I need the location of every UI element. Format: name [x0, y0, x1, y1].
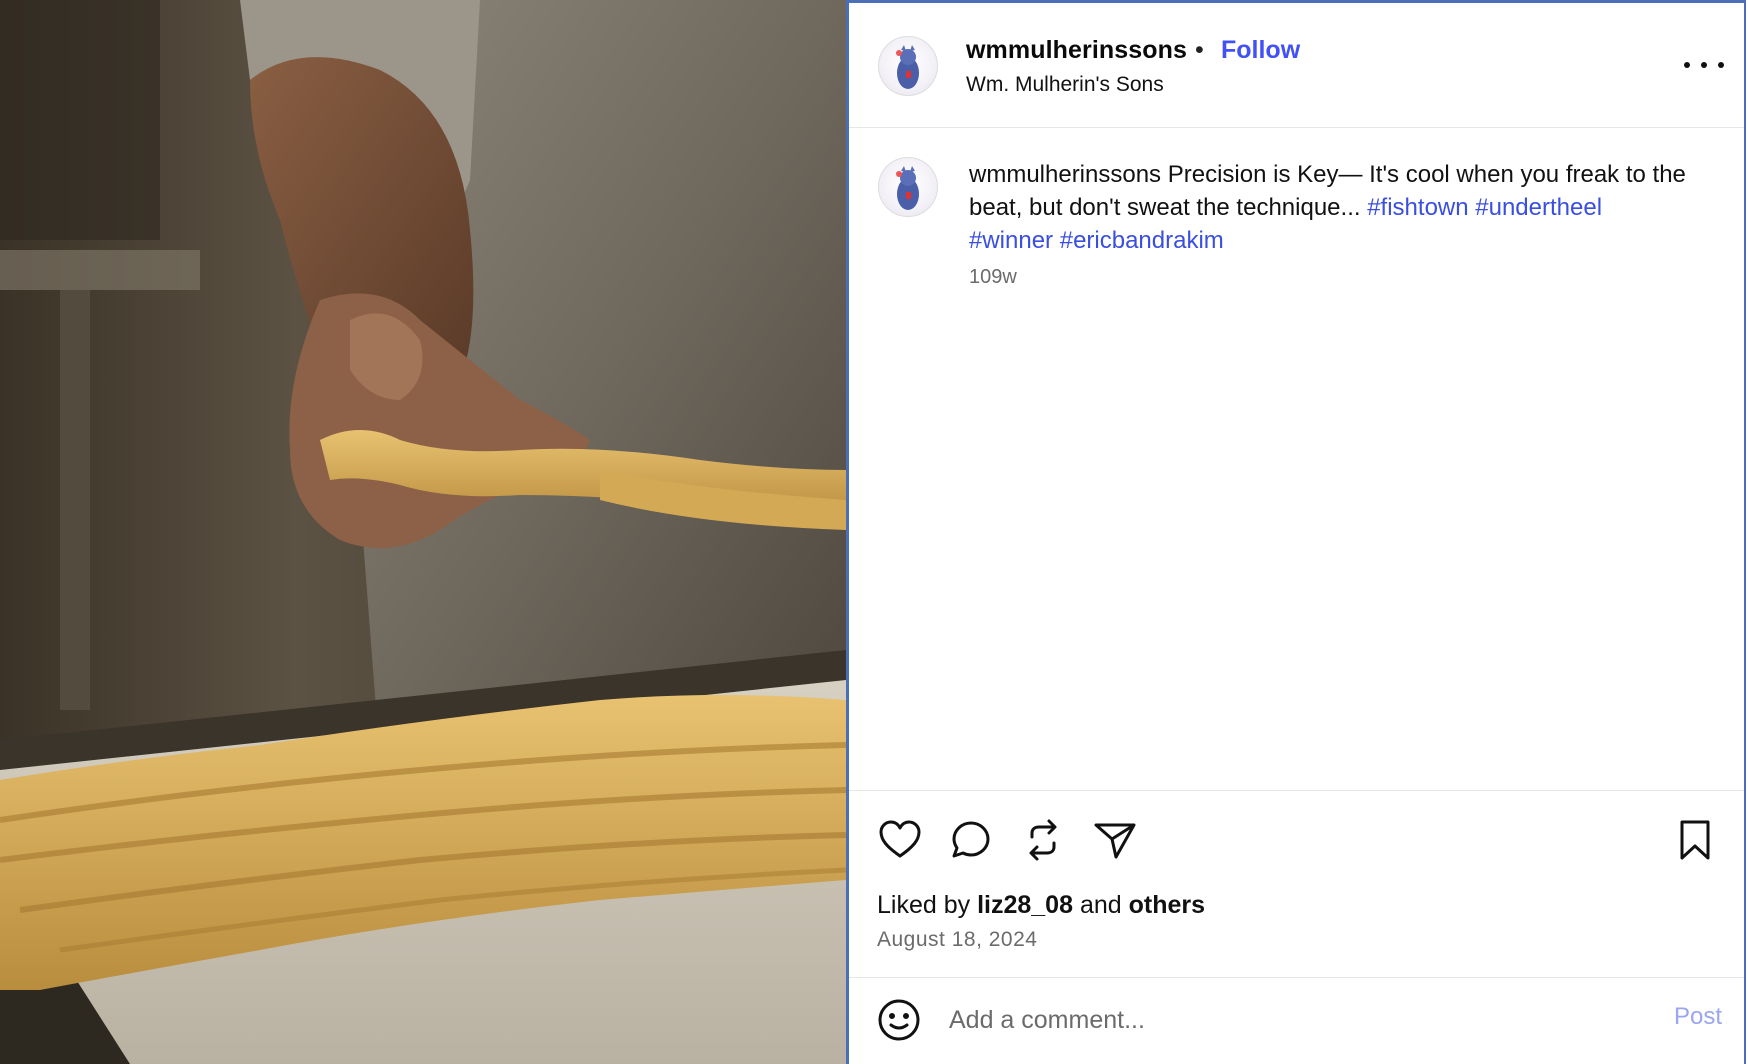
post-username[interactable]: wmmulherinssons [966, 36, 1187, 65]
post-image [0, 0, 846, 1064]
hashtag-link[interactable]: #ericbandrakim [1060, 227, 1224, 254]
comment-bar: Post [849, 976, 1744, 1064]
liked-by-user-link[interactable]: liz28_08 [977, 891, 1073, 919]
avatar[interactable] [878, 157, 938, 217]
send-icon[interactable] [1092, 817, 1138, 863]
more-dot [1718, 62, 1724, 68]
avatar[interactable] [878, 36, 938, 96]
more-dot [1701, 62, 1707, 68]
actions-section: Liked by liz28_08 and others August 18, … [849, 790, 1744, 978]
hashtag-link[interactable]: #undertheel [1475, 194, 1602, 221]
caption-text: wmmulherinssons Precision is Key— It's c… [969, 158, 1689, 257]
liked-by-and: and [1079, 891, 1122, 919]
hashtag-link[interactable]: #winner [969, 227, 1053, 254]
bookmark-icon[interactable] [1672, 817, 1718, 863]
emoji-icon[interactable] [877, 998, 921, 1042]
account-display-name: Wm. Mulherin's Sons [966, 73, 1164, 96]
post-date: August 18, 2024 [877, 928, 1038, 951]
liked-by-text: Liked by liz28_08 and others [877, 891, 1205, 920]
comment-input[interactable] [949, 998, 1509, 1042]
comment-bubble-icon[interactable] [948, 817, 994, 863]
more-options-icon[interactable] [1684, 55, 1724, 75]
caption-section: wmmulherinssons Precision is Key— It's c… [849, 130, 1744, 790]
follow-button[interactable]: Follow [1221, 36, 1300, 65]
liked-by-prefix: Liked by [877, 891, 971, 919]
post-header: wmmulherinssons • Follow Wm. Mulherin's … [849, 3, 1744, 128]
repost-icon[interactable] [1020, 817, 1066, 863]
more-dot [1684, 62, 1690, 68]
hashtag-link[interactable]: #fishtown [1367, 194, 1468, 221]
post-time-ago[interactable]: 109w [969, 266, 1017, 289]
post-comment-button[interactable]: Post [1674, 1003, 1722, 1031]
post-details-panel: wmmulherinssons • Follow Wm. Mulherin's … [846, 0, 1746, 1064]
caption-username[interactable]: wmmulherinssons [969, 161, 1161, 188]
heart-icon[interactable] [877, 817, 923, 863]
liked-by-others-link[interactable]: others [1129, 891, 1205, 919]
separator-dot: • [1195, 36, 1204, 64]
